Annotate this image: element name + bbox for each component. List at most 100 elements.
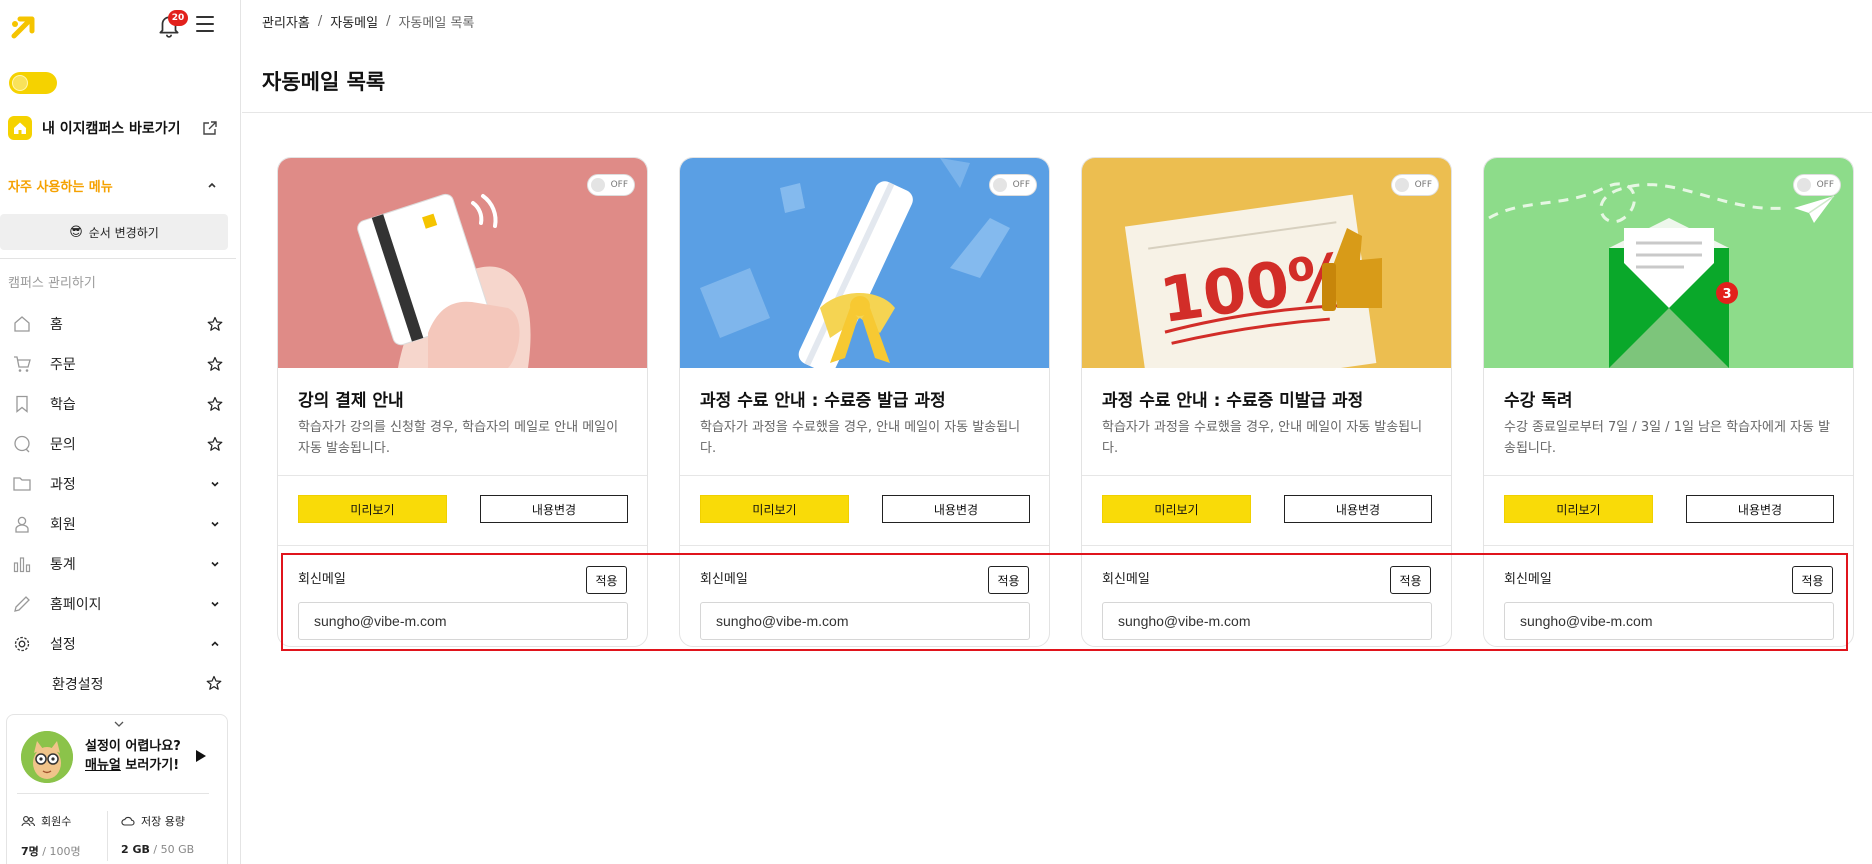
star-icon[interactable] (206, 435, 224, 453)
card-description: 수강 종료일로부터 7일 / 3일 / 1일 남은 학습자에게 자동 발송됩니다… (1504, 420, 1831, 456)
chevron-down-icon[interactable] (206, 555, 224, 573)
star-icon[interactable] (206, 675, 224, 693)
cart-icon (12, 354, 32, 374)
edit-content-button[interactable]: 내용변경 (480, 495, 628, 523)
logo-icon[interactable] (8, 10, 40, 42)
card-active-toggle[interactable]: OFF (587, 174, 635, 196)
chevron-up-icon[interactable] (206, 635, 224, 653)
card-active-toggle[interactable]: OFF (1793, 174, 1841, 196)
sidebar-item-learning[interactable]: 학습 (0, 384, 236, 424)
card-illustration: 3 OFF (1484, 158, 1853, 368)
chat-icon (12, 434, 32, 454)
edit-content-button[interactable]: 내용변경 (1686, 495, 1834, 523)
help-card: 설정이 어렵나요? 매뉴얼 보러가기! 회원수 저장 용량 7명 / 100명 … (6, 714, 228, 864)
cloud-icon (121, 816, 135, 826)
chevron-down-icon[interactable] (113, 719, 125, 729)
chevron-down-icon[interactable] (206, 595, 224, 613)
my-campus-link[interactable]: 내 이지캠퍼스 바로가기 (8, 114, 218, 142)
card-title: 수강 독려 (1504, 391, 1573, 411)
favorites-label: 자주 사용하는 메뉴 (8, 179, 113, 195)
card-divider (1082, 475, 1451, 476)
apply-button[interactable]: 적용 (988, 566, 1029, 594)
storage-stat: 저장 용량 (121, 813, 185, 829)
sidebar: 20 내 이지캠퍼스 바로가기 자주 사용하는 메뉴 😎 순서 변경하기 캠퍼스… (0, 0, 241, 864)
change-order-label: 순서 변경하기 (88, 225, 159, 240)
external-link-icon[interactable] (202, 120, 218, 136)
sidebar-item-homepage[interactable]: 홈페이지 (0, 584, 236, 624)
apply-button[interactable]: 적용 (1390, 566, 1431, 594)
sidebar-item-member[interactable]: 회원 (0, 504, 236, 544)
edit-content-button[interactable]: 내용변경 (1284, 495, 1432, 523)
automail-card-completion-cert: OFF 과정 수료 안내 : 수료증 발급 과정 학습자가 과정을 수료했을 경… (679, 157, 1050, 647)
automail-card-payment: OFF 강의 결제 안내 학습자가 강의를 신청할 경우, 학습자의 메일로 안… (277, 157, 648, 647)
preview-button[interactable]: 미리보기 (298, 495, 447, 523)
card-active-toggle[interactable]: OFF (1391, 174, 1439, 196)
breadcrumb-separator: / (317, 14, 323, 29)
manual-link[interactable]: 설정이 어렵나요? 매뉴얼 보러가기! (85, 737, 181, 775)
card-title: 강의 결제 안내 (298, 391, 404, 411)
sidebar-item-label: 통계 (50, 557, 76, 573)
preview-button[interactable]: 미리보기 (1102, 495, 1251, 523)
reply-email-input[interactable] (298, 602, 628, 640)
avatar (21, 731, 73, 783)
members-value: 7명 / 100명 (21, 845, 81, 858)
card-divider (1484, 475, 1853, 476)
card-description: 학습자가 과정을 수료했을 경우, 안내 메일이 자동 발송됩니다. (700, 420, 1021, 456)
card-title: 과정 수료 안내 : 수료증 발급 과정 (700, 391, 946, 411)
card-divider (278, 545, 647, 546)
favorites-menu-header[interactable]: 자주 사용하는 메뉴 (8, 174, 218, 196)
toggle-state: OFF (610, 180, 628, 190)
edit-content-button[interactable]: 내용변경 (882, 495, 1030, 523)
chevron-down-icon[interactable] (206, 475, 224, 493)
automail-card-completion-no-cert: 100% OFF 과정 수료 안내 : 수료증 미발급 과정 학습자가 과정을 … (1081, 157, 1452, 647)
sidebar-item-stats[interactable]: 통계 (0, 544, 236, 584)
menu-icon[interactable] (196, 16, 214, 32)
my-campus-link-label: 내 이지캠퍼스 바로가기 (42, 121, 181, 137)
user-icon (12, 514, 32, 534)
reply-email-input[interactable] (700, 602, 1030, 640)
reply-email-input[interactable] (1102, 602, 1432, 640)
sidebar-item-label: 과정 (50, 477, 76, 493)
users-icon (21, 816, 35, 827)
sidebar-item-course[interactable]: 과정 (0, 464, 236, 504)
breadcrumb-item[interactable]: 관리자홈 (262, 12, 310, 31)
sidebar-item-inquiry[interactable]: 문의 (0, 424, 236, 464)
sidebar-item-label: 학습 (50, 397, 76, 413)
card-divider (680, 475, 1049, 476)
card-active-toggle[interactable]: OFF (989, 174, 1037, 196)
breadcrumb-item[interactable]: 자동메일 (330, 12, 378, 31)
reply-email-label: 회신메일 (1102, 572, 1150, 587)
card-illustration: 100% OFF (1082, 158, 1451, 368)
campus-manage-label: 캠퍼스 관리하기 (8, 276, 96, 291)
preview-button[interactable]: 미리보기 (700, 495, 849, 523)
star-icon[interactable] (206, 395, 224, 413)
home-badge-icon (8, 116, 32, 140)
star-icon[interactable] (206, 315, 224, 333)
change-order-button[interactable]: 😎 순서 변경하기 (0, 214, 228, 250)
members-label: 회원수 (41, 815, 72, 828)
chevron-down-icon[interactable] (206, 515, 224, 533)
sidebar-item-label: 홈 (50, 317, 63, 333)
apply-button[interactable]: 적용 (586, 566, 627, 594)
breadcrumb-current: 자동메일 목록 (398, 16, 475, 31)
theme-toggle[interactable] (9, 72, 57, 94)
toggle-state: OFF (1816, 180, 1834, 190)
star-icon[interactable] (206, 355, 224, 373)
sidebar-subitem-environment[interactable]: 환경설정 (0, 664, 236, 704)
reply-email-input[interactable] (1504, 602, 1834, 640)
help-line-1: 설정이 어렵나요? (85, 739, 181, 754)
preview-button[interactable]: 미리보기 (1504, 495, 1653, 523)
sidebar-item-order[interactable]: 주문 (0, 344, 236, 384)
sidebar-item-settings[interactable]: 설정 (0, 624, 236, 664)
header-divider (242, 112, 1872, 113)
card-divider (1484, 545, 1853, 546)
sunglasses-icon: 😎 (69, 224, 83, 240)
apply-button[interactable]: 적용 (1792, 566, 1833, 594)
stats-separator (107, 811, 108, 861)
sidebar-item-label: 회원 (50, 517, 76, 533)
sidebar-item-home[interactable]: 홈 (0, 304, 236, 344)
breadcrumb: 관리자홈 / 자동메일 / 자동메일 목록 (262, 12, 474, 31)
card-description: 학습자가 과정을 수료했을 경우, 안내 메일이 자동 발송됩니다. (1102, 420, 1423, 456)
play-icon[interactable] (195, 749, 207, 763)
card-illustration: OFF (680, 158, 1049, 368)
